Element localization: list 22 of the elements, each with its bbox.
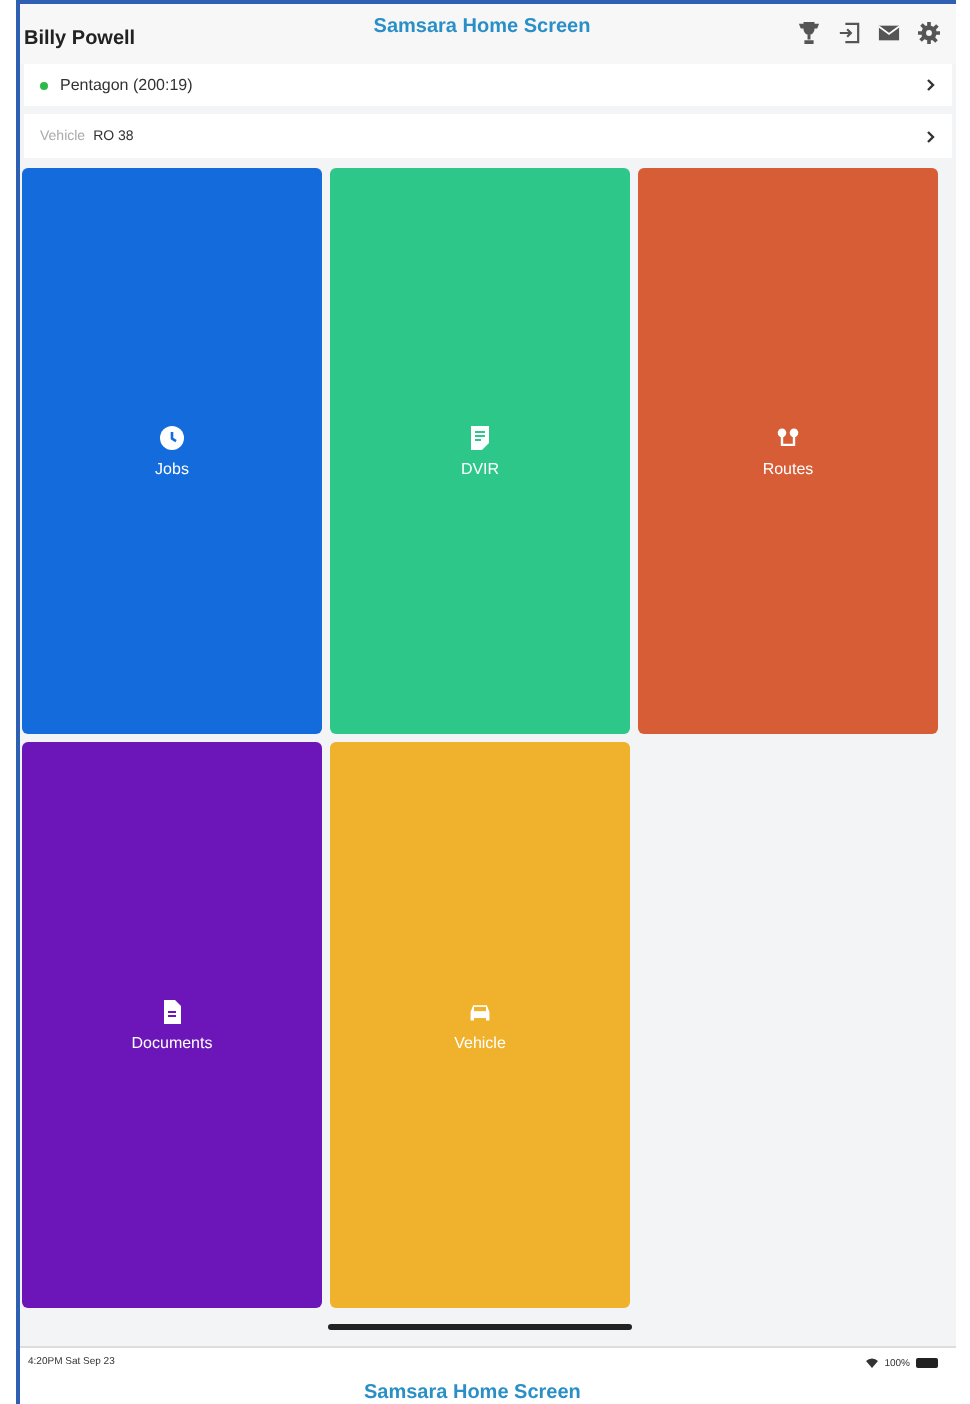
home-indicator[interactable]	[328, 1324, 632, 1331]
clock-icon	[160, 425, 184, 450]
settings-icon[interactable]	[918, 22, 940, 45]
chevron-icon	[926, 129, 936, 144]
mail-icon[interactable]	[878, 22, 900, 45]
trophy-icon[interactable]	[798, 22, 820, 45]
menu-tile[interactable]: Routes	[638, 168, 938, 735]
site-label: Pentagon (200:19)	[60, 76, 195, 95]
menu-tile[interactable]: Documents	[22, 742, 322, 1309]
screen-title: Samsara Home Screen	[371, 16, 593, 43]
route-pins-icon	[776, 425, 800, 450]
chevron-icon	[926, 78, 936, 93]
user-name: Billy Powell	[24, 26, 138, 51]
document-icon	[160, 999, 184, 1024]
car-icon	[468, 999, 492, 1024]
menu-tile[interactable]: Jobs	[22, 168, 322, 735]
wifi-icon	[866, 1358, 879, 1369]
screen-title: Samsara Home Screen	[364, 1382, 581, 1404]
sign-in-icon[interactable]	[838, 22, 860, 45]
report-icon	[468, 425, 492, 450]
battery-icon	[916, 1358, 940, 1369]
site-row[interactable]: Pentagon (200:19)	[24, 63, 952, 107]
